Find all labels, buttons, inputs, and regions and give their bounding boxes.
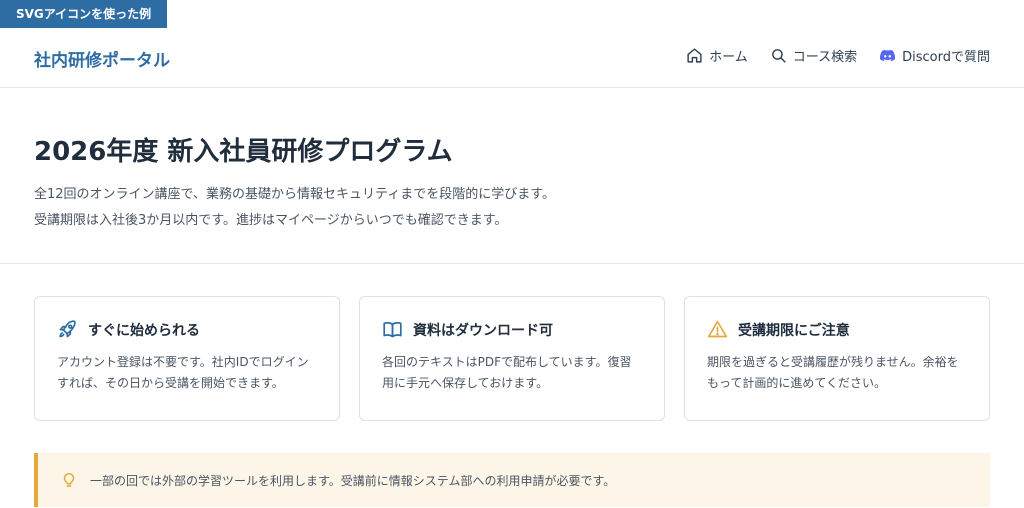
nav-home[interactable]: ホーム [686, 46, 748, 65]
home-icon [686, 47, 703, 64]
feature-card-body-line2: もって計画的に進めてください。 [707, 376, 887, 390]
page-title: 2026年度 新入社員研修プログラム [34, 137, 453, 167]
site-header: 社内研修ポータル ホーム コース検索 Discordで質問 [0, 28, 1024, 88]
search-icon [770, 47, 787, 64]
feature-card-title: 資料はダウンロード可 [413, 322, 553, 339]
feature-card-body-line1: 各回のテキストはPDFで配布しています。復習 [382, 355, 632, 369]
rocket-icon [57, 319, 78, 340]
lightbulb-icon [60, 471, 78, 489]
example-tag: SVGアイコンを使った例 [0, 0, 168, 28]
feature-card-body-line2: すれば、その日から受講を開始できます。 [57, 376, 284, 390]
feature-card-title: すぐに始められる [88, 322, 200, 339]
feature-card-body-line1: 期限を過ぎると受講履歴が残りません。余裕を [707, 355, 959, 369]
feature-card-body: アカウント登録は不要です。社内IDでログイン すれば、その日から受講を開始できま… [57, 352, 319, 394]
nav-home-label: ホーム [709, 50, 748, 65]
book-icon [382, 319, 403, 340]
feature-card-body: 各回のテキストはPDFで配布しています。復習 用に手元へ保存しておけます。 [382, 352, 644, 394]
feature-card-body-line1: アカウント登録は不要です。社内IDでログイン [57, 355, 309, 369]
notice-text: 一部の回では外部の学習ツールを利用します。受講前に情報システム部への利用申請が必… [90, 473, 616, 488]
nav-discord-label: Discordで質問 [902, 50, 990, 65]
feature-card-body-line2: 用に手元へ保存しておけます。 [382, 376, 549, 390]
hero-section: 2026年度 新入社員研修プログラム 全12回のオンライン講座で、業務の基礎から… [0, 89, 1024, 264]
nav-course-search[interactable]: コース検索 [770, 46, 857, 65]
nav-course-search-label: コース検索 [792, 50, 858, 65]
nav-discord[interactable]: Discordで質問 [879, 46, 990, 65]
feature-cards: すぐに始められる アカウント登録は不要です。社内IDでログイン すれば、その日か… [34, 296, 990, 421]
feature-card-download: 資料はダウンロード可 各回のテキストはPDFで配布しています。復習 用に手元へ保… [359, 296, 665, 421]
feature-card-body: 期限を過ぎると受講履歴が残りません。余裕を もって計画的に進めてください。 [707, 352, 969, 394]
site-logo[interactable]: 社内研修ポータル [34, 46, 170, 71]
hero-description-line1: 全12回のオンライン講座で、業務の基礎から情報セキュリティまでを段階的に学びます… [34, 187, 555, 202]
notice-banner: 一部の回では外部の学習ツールを利用します。受講前に情報システム部への利用申請が必… [34, 453, 990, 507]
feature-card-start: すぐに始められる アカウント登録は不要です。社内IDでログイン すれば、その日か… [34, 296, 340, 421]
feature-card-title: 受講期限にご注意 [738, 322, 850, 339]
feature-card-deadline: 受講期限にご注意 期限を過ぎると受講履歴が残りません。余裕を もって計画的に進め… [684, 296, 990, 421]
discord-icon [879, 47, 896, 64]
main-nav: ホーム コース検索 Discordで質問 [686, 46, 990, 65]
warning-icon [707, 319, 728, 340]
hero-description-line2: 受講期限は入社後3か月以内です。進捗はマイページからいつでも確認できます。 [34, 213, 508, 228]
